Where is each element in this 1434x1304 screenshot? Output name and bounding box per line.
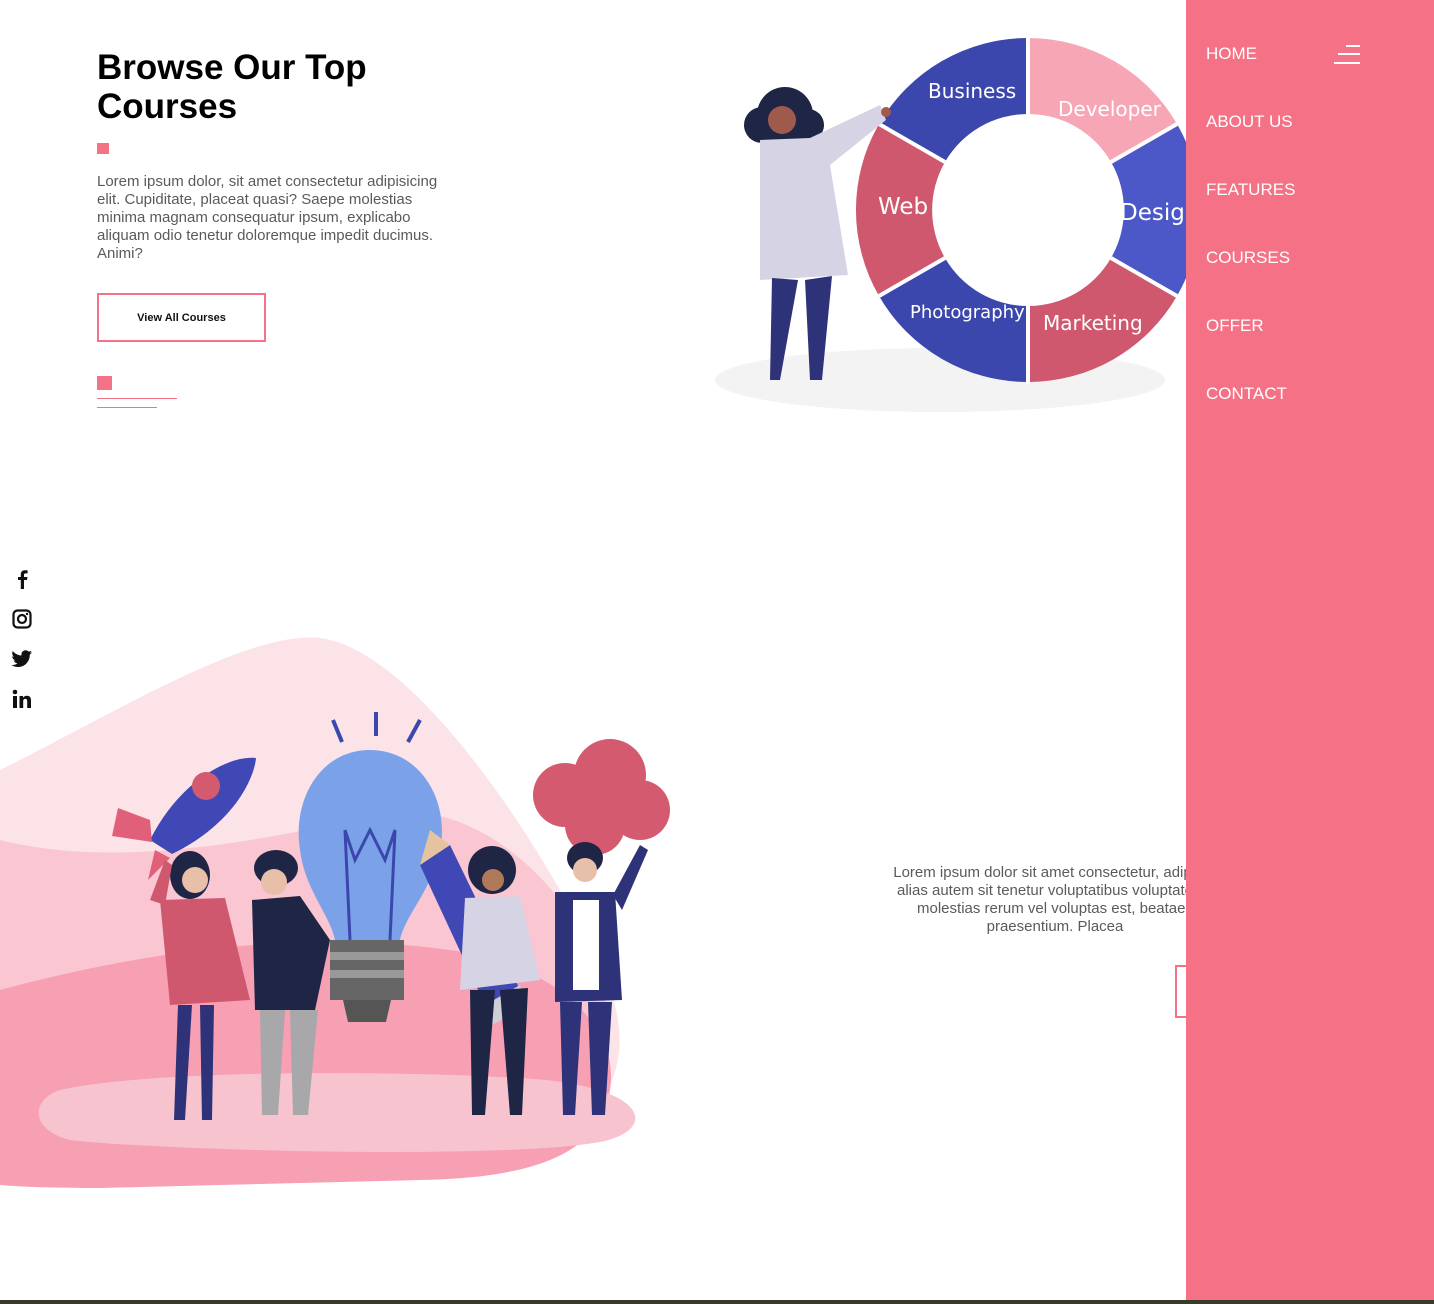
bottom-edge bbox=[0, 1300, 1434, 1304]
nav-item-courses[interactable]: COURSES bbox=[1206, 248, 1290, 268]
brain-graphic bbox=[533, 739, 670, 855]
instagram-icon[interactable] bbox=[8, 605, 36, 633]
side-navigation: HOME ABOUT US FEATURES COURSES OFFER CON… bbox=[1186, 0, 1434, 1304]
view-all-courses-button[interactable]: View All Courses bbox=[97, 293, 266, 342]
segment-label: Web bbox=[878, 194, 928, 220]
decor-line bbox=[97, 407, 157, 408]
courses-description: Lorem ipsum dolor, sit amet consectetur … bbox=[97, 173, 438, 262]
courses-title: Browse Our Top Courses bbox=[97, 48, 367, 126]
nav-item-about-us[interactable]: ABOUT US bbox=[1206, 112, 1293, 132]
decor-line bbox=[97, 398, 177, 399]
segment-label: Design bbox=[1120, 200, 1186, 226]
accent-square bbox=[97, 143, 109, 154]
teamwork-illustration bbox=[0, 637, 670, 1188]
nav-item-contact[interactable]: CONTACT bbox=[1206, 384, 1287, 404]
nav-item-home[interactable]: HOME bbox=[1206, 44, 1257, 64]
menu-icon[interactable] bbox=[1334, 44, 1360, 66]
facebook-icon[interactable] bbox=[8, 565, 36, 593]
segment-label: Developer bbox=[1058, 97, 1162, 121]
puzzle-wheel-illustration: Business Developer Design Web Photograph… bbox=[715, 36, 1186, 412]
segment-label: Business bbox=[928, 79, 1016, 103]
nav-item-features[interactable]: FEATURES bbox=[1206, 180, 1295, 200]
segment-label: Photography bbox=[910, 302, 1025, 323]
segment-label: Marketing bbox=[1043, 311, 1143, 335]
nav-item-offer[interactable]: OFFER bbox=[1206, 316, 1264, 336]
decor-square bbox=[97, 376, 112, 390]
